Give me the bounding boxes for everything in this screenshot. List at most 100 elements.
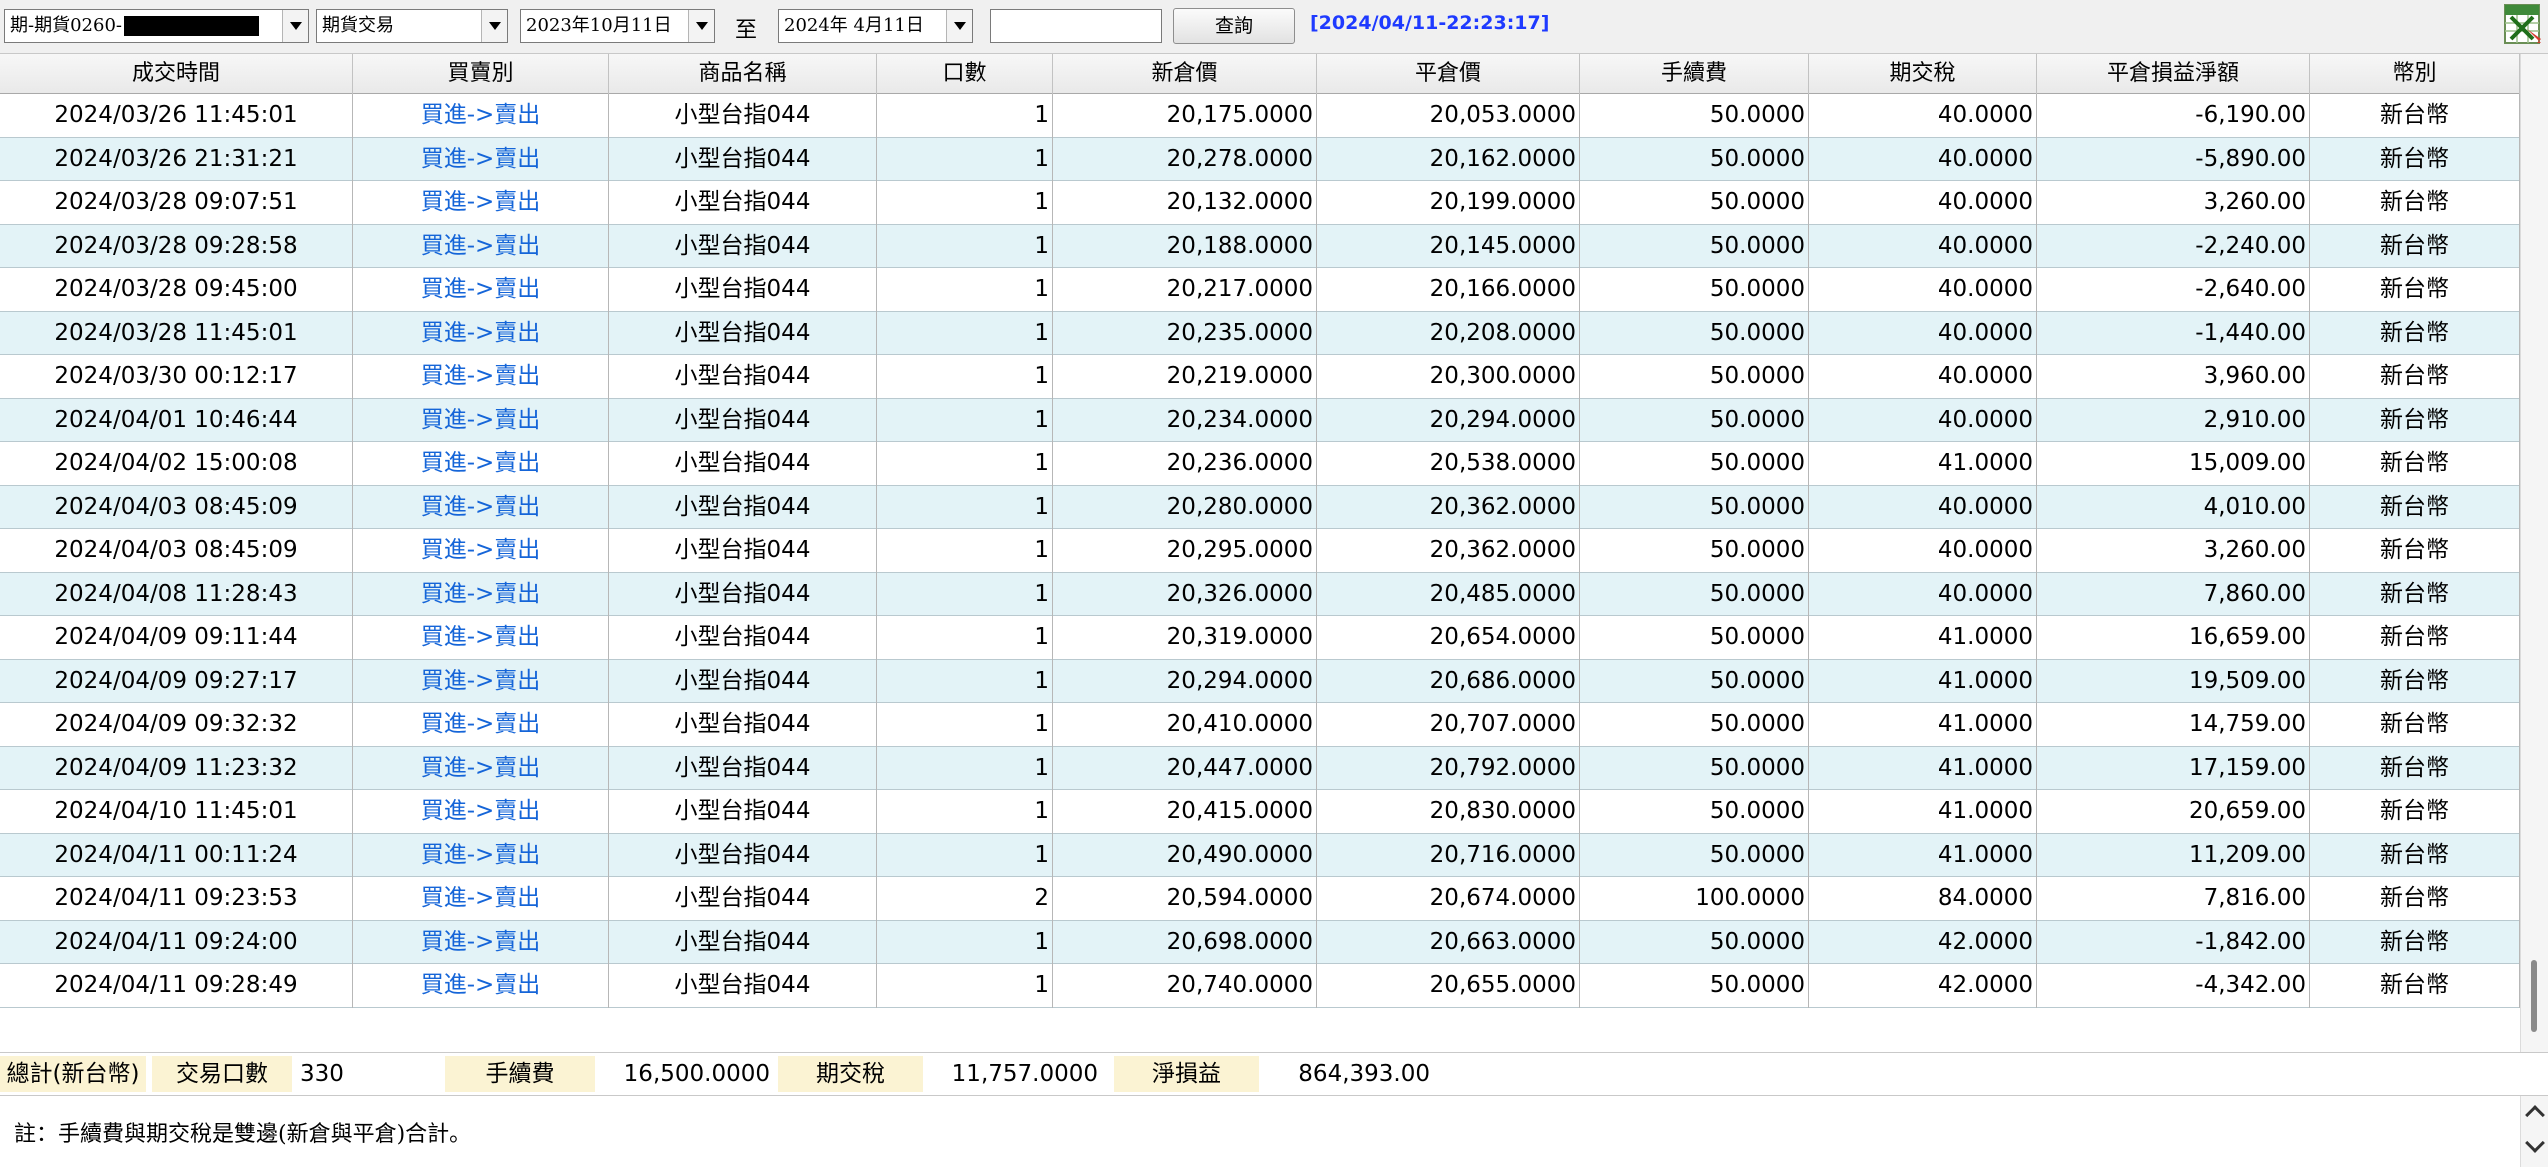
cell-close-price: 20,362.0000 xyxy=(1317,529,1580,573)
table-row[interactable]: 2024/04/11 09:28:49 買進->賣出 小型台指044 1 20,740.… xyxy=(0,964,2520,1008)
grid-vertical-scrollbar[interactable] xyxy=(2520,54,2548,1052)
cell-close-price: 20,294.0000 xyxy=(1317,398,1580,442)
cell-open-price: 20,132.0000 xyxy=(1053,181,1317,225)
cell-product: 小型台指044 xyxy=(609,790,877,834)
column-header-product[interactable]: 商品名稱 xyxy=(609,54,877,94)
cell-fee: 50.0000 xyxy=(1580,442,1809,486)
cell-net-pnl: 3,260.00 xyxy=(2037,181,2310,225)
cell-open-price: 20,490.0000 xyxy=(1053,833,1317,877)
cell-lots: 1 xyxy=(877,920,1053,964)
table-row[interactable]: 2024/04/11 09:23:53 買進->賣出 小型台指044 2 20,594.… xyxy=(0,877,2520,921)
table-row[interactable]: 2024/04/01 10:46:44 買進->賣出 小型台指044 1 20,234.… xyxy=(0,398,2520,442)
cell-close-price: 20,485.0000 xyxy=(1317,572,1580,616)
table-row[interactable]: 2024/03/28 11:45:01 買進->賣出 小型台指044 1 20,235.… xyxy=(0,311,2520,355)
table-row[interactable]: 2024/04/09 09:32:32 買進->賣出 小型台指044 1 20,410.… xyxy=(0,703,2520,747)
cell-close-price: 20,166.0000 xyxy=(1317,268,1580,312)
scrollbar-thumb[interactable] xyxy=(2531,960,2537,1032)
excel-export-icon[interactable] xyxy=(2503,3,2543,45)
search-input[interactable] xyxy=(990,9,1162,43)
cell-currency: 新台幣 xyxy=(2310,442,2520,486)
cell-open-price: 20,594.0000 xyxy=(1053,877,1317,921)
cell-side: 買進->賣出 xyxy=(353,964,609,1008)
cell-trade-time: 2024/03/30 00:12:17 xyxy=(0,355,353,399)
column-header-fee[interactable]: 手續費 xyxy=(1580,54,1809,94)
cell-side: 買進->賣出 xyxy=(353,311,609,355)
scroll-down-icon[interactable] xyxy=(2525,1133,2545,1153)
cell-currency: 新台幣 xyxy=(2310,311,2520,355)
table-row[interactable]: 2024/04/11 09:24:00 買進->賣出 小型台指044 1 20,698.… xyxy=(0,920,2520,964)
date-to-picker[interactable]: 2024年 4月11日 xyxy=(778,9,973,43)
query-button[interactable]: 查詢 xyxy=(1173,8,1295,44)
cell-close-price: 20,362.0000 xyxy=(1317,485,1580,529)
table-row[interactable]: 2024/04/02 15:00:08 買進->賣出 小型台指044 1 20,236.… xyxy=(0,442,2520,486)
table-row[interactable]: 2024/04/11 00:11:24 買進->賣出 小型台指044 1 20,490.… xyxy=(0,833,2520,877)
cell-side: 買進->賣出 xyxy=(353,572,609,616)
cell-fee: 50.0000 xyxy=(1580,398,1809,442)
cell-product: 小型台指044 xyxy=(609,224,877,268)
column-header-trade-time[interactable]: 成交時間 xyxy=(0,54,353,94)
trade-type-select[interactable]: 期貨交易 xyxy=(316,9,508,43)
column-header-lots[interactable]: 口數 xyxy=(877,54,1053,94)
cell-net-pnl: 4,010.00 xyxy=(2037,485,2310,529)
column-header-open-price[interactable]: 新倉價 xyxy=(1053,54,1317,94)
column-header-side[interactable]: 買賣別 xyxy=(353,54,609,94)
cell-trade-time: 2024/04/09 09:11:44 xyxy=(0,616,353,660)
table-row[interactable]: 2024/03/28 09:28:58 買進->賣出 小型台指044 1 20,188.… xyxy=(0,224,2520,268)
summary-lots-label: 交易口數 xyxy=(152,1056,292,1092)
cell-product: 小型台指044 xyxy=(609,964,877,1008)
table-row[interactable]: 2024/03/28 09:07:51 買進->賣出 小型台指044 1 20,132.… xyxy=(0,181,2520,225)
cell-trade-time: 2024/04/11 09:23:53 xyxy=(0,877,353,921)
cell-side: 買進->賣出 xyxy=(353,442,609,486)
cell-open-price: 20,175.0000 xyxy=(1053,94,1317,138)
cell-product: 小型台指044 xyxy=(609,529,877,573)
cell-currency: 新台幣 xyxy=(2310,833,2520,877)
cell-currency: 新台幣 xyxy=(2310,659,2520,703)
cell-tax: 40.0000 xyxy=(1809,529,2037,573)
account-select[interactable]: 期-期貨0260- xyxy=(4,9,309,43)
cell-trade-time: 2024/04/10 11:45:01 xyxy=(0,790,353,834)
cell-lots: 1 xyxy=(877,964,1053,1008)
table-row[interactable]: 2024/04/10 11:45:01 買進->賣出 小型台指044 1 20,415.… xyxy=(0,790,2520,834)
cell-open-price: 20,280.0000 xyxy=(1053,485,1317,529)
cell-currency: 新台幣 xyxy=(2310,529,2520,573)
cell-product: 小型台指044 xyxy=(609,137,877,181)
cell-lots: 1 xyxy=(877,790,1053,834)
cell-currency: 新台幣 xyxy=(2310,703,2520,747)
table-row[interactable]: 2024/03/26 21:31:21 買進->賣出 小型台指044 1 20,278.… xyxy=(0,137,2520,181)
column-header-net-pnl[interactable]: 平倉損益淨額 xyxy=(2037,54,2310,94)
table-row[interactable]: 2024/04/09 09:11:44 買進->賣出 小型台指044 1 20,319.… xyxy=(0,616,2520,660)
date-from-picker[interactable]: 2023年10月11日 xyxy=(520,9,715,43)
cell-lots: 1 xyxy=(877,572,1053,616)
cell-fee: 50.0000 xyxy=(1580,703,1809,747)
cell-product: 小型台指044 xyxy=(609,181,877,225)
chevron-down-icon[interactable] xyxy=(946,10,972,42)
cell-trade-time: 2024/03/28 11:45:01 xyxy=(0,311,353,355)
table-row[interactable]: 2024/04/09 09:27:17 買進->賣出 小型台指044 1 20,294.… xyxy=(0,659,2520,703)
cell-product: 小型台指044 xyxy=(609,703,877,747)
scroll-up-icon[interactable] xyxy=(2525,1105,2545,1125)
table-row[interactable]: 2024/04/03 08:45:09 買進->賣出 小型台指044 1 20,280.… xyxy=(0,485,2520,529)
table-row[interactable]: 2024/04/03 08:45:09 買進->賣出 小型台指044 1 20,295.… xyxy=(0,529,2520,573)
cell-trade-time: 2024/04/02 15:00:08 xyxy=(0,442,353,486)
table-row[interactable]: 2024/03/28 09:45:00 買進->賣出 小型台指044 1 20,217.… xyxy=(0,268,2520,312)
table-row[interactable]: 2024/04/08 11:28:43 買進->賣出 小型台指044 1 20,326.… xyxy=(0,572,2520,616)
table-row[interactable]: 2024/03/30 00:12:17 買進->賣出 小型台指044 1 20,219.… xyxy=(0,355,2520,399)
chevron-down-icon[interactable] xyxy=(282,10,308,42)
table-row[interactable]: 2024/04/09 11:23:32 買進->賣出 小型台指044 1 20,447.… xyxy=(0,746,2520,790)
column-header-currency[interactable]: 幣別 xyxy=(2310,54,2520,94)
cell-side: 買進->賣出 xyxy=(353,920,609,964)
cell-tax: 41.0000 xyxy=(1809,442,2037,486)
cell-tax: 40.0000 xyxy=(1809,398,2037,442)
column-header-tax[interactable]: 期交稅 xyxy=(1809,54,2037,94)
note-scrollbar[interactable] xyxy=(2520,1096,2548,1167)
table-row[interactable]: 2024/03/26 11:45:01 買進->賣出 小型台指044 1 20,175.… xyxy=(0,94,2520,138)
chevron-down-icon[interactable] xyxy=(481,10,507,42)
column-header-close-price[interactable]: 平倉價 xyxy=(1317,54,1580,94)
cell-net-pnl: -4,342.00 xyxy=(2037,964,2310,1008)
summary-lots-value: 330 xyxy=(300,1061,344,1087)
summary-tax-value: 11,757.0000 xyxy=(951,1061,1098,1087)
cell-fee: 50.0000 xyxy=(1580,94,1809,138)
cell-trade-time: 2024/03/26 21:31:21 xyxy=(0,137,353,181)
cell-net-pnl: 16,659.00 xyxy=(2037,616,2310,660)
chevron-down-icon[interactable] xyxy=(688,10,714,42)
